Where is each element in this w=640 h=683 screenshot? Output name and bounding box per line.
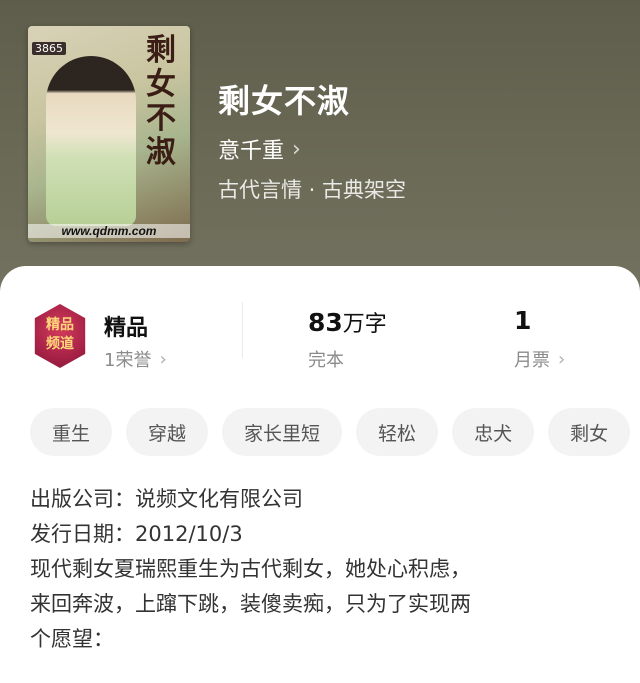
book-cover[interactable]: 3865 剩女不淑 www.qdmm.com	[28, 26, 190, 242]
author-name: 意千重	[218, 139, 285, 164]
monthly-votes: 1	[514, 306, 531, 335]
monthly-votes-link[interactable]: 月票 ›	[514, 346, 565, 372]
cover-illustration	[46, 56, 136, 226]
chevron-right-icon: ›	[292, 136, 301, 162]
tag-chip[interactable]: 忠犬	[452, 408, 535, 456]
honor-count: 1荣誉	[104, 350, 152, 371]
tag-chip[interactable]: 穿越	[126, 408, 209, 456]
book-description[interactable]: 出版公司：说频文化有限公司 发行日期：2012/10/3 现代剩女夏瑞熙重生为古…	[30, 482, 620, 657]
tag-list: 重生 穿越 家长里短 轻松 忠犬 剩女	[30, 408, 631, 456]
word-count: 83万字	[308, 306, 387, 338]
book-genre: 古代言情 · 古典架空	[218, 178, 407, 202]
monthly-votes-value: 1	[514, 306, 532, 335]
tag-chip[interactable]: 重生	[30, 408, 113, 456]
cover-badge: 3865	[32, 42, 66, 55]
tag-chip[interactable]: 家长里短	[222, 408, 343, 456]
publisher-line: 出版公司：说频文化有限公司	[30, 487, 303, 511]
monthly-votes-label: 月票	[514, 350, 550, 371]
synopsis-line: 来回奔波，上蹿下跳，装傻卖痴，只为了实现两	[30, 592, 471, 616]
stats-row: 精品频道 精品 1荣誉 › 83万字 完本 1 月票 ›	[0, 266, 640, 376]
honor-link[interactable]: 1荣誉 ›	[104, 346, 167, 372]
word-count-value: 83	[308, 308, 343, 337]
word-count-unit: 万字	[342, 312, 387, 337]
quality-label: 精品	[104, 316, 149, 341]
chevron-right-icon: ›	[159, 348, 167, 370]
tag-chip[interactable]: 剩女	[548, 408, 631, 456]
tag-chip[interactable]: 轻松	[356, 408, 439, 456]
stats-divider	[242, 302, 243, 358]
book-header: 3865 剩女不淑 www.qdmm.com 剩女不淑 意千重 › 古代言情 ·…	[0, 0, 640, 300]
cover-title: 剩女不淑	[146, 33, 176, 170]
author-link[interactable]: 意千重 ›	[218, 133, 301, 165]
book-info-card: 精品频道 精品 1荣誉 › 83万字 完本 1 月票 › 重生 穿越 家长里短 …	[0, 266, 640, 683]
book-title: 剩女不淑	[218, 82, 351, 120]
release-date-line: 发行日期：2012/10/3	[30, 522, 243, 546]
synopsis-line: 个愿望：	[30, 627, 114, 651]
chevron-right-icon: ›	[558, 348, 566, 370]
cover-url: www.qdmm.com	[28, 224, 190, 238]
synopsis-line: 现代剩女夏瑞熙重生为古代剩女，她处心积虑，	[30, 557, 471, 581]
quality-medal-icon: 精品频道	[34, 304, 86, 368]
medal-text: 精品频道	[46, 317, 74, 352]
completion-status: 完本	[308, 350, 344, 371]
